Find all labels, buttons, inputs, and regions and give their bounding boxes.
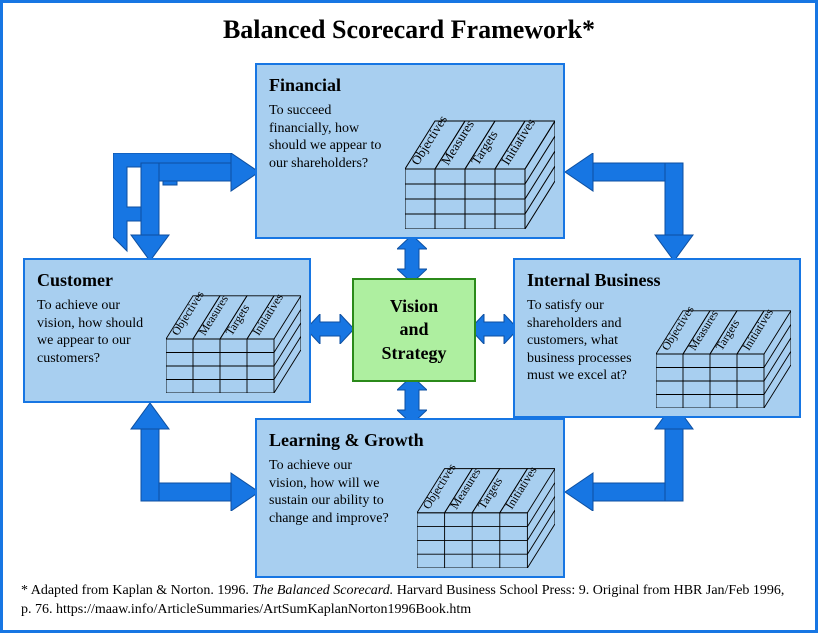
scorecard-table-icon: Objectives Measures Targets Initiatives	[656, 302, 791, 408]
svg-text:Targets: Targets	[713, 317, 742, 353]
center-line1: Vision	[390, 296, 438, 316]
diagram-frame: Balanced Scorecard Framework*	[0, 0, 818, 633]
arrow-center-down-icon	[397, 376, 427, 424]
scorecard-table-icon: Objectives Measures Targets Initiatives	[405, 111, 555, 229]
arrow-center-right-icon	[470, 314, 518, 344]
arrow-corner-tl-icon	[121, 153, 261, 263]
svg-text:Initiatives: Initiatives	[502, 463, 539, 511]
svg-text:Targets: Targets	[223, 302, 252, 338]
perspective-internal: Internal Business To satisfy our shareho…	[513, 258, 801, 418]
center-line3: Strategy	[382, 343, 447, 363]
footnote-prefix: * Adapted from Kaplan & Norton. 1996.	[21, 583, 252, 598]
perspective-financial: Financial To succeed financially, how sh…	[255, 63, 565, 239]
financial-title: Financial	[269, 75, 551, 96]
diagram-title: Balanced Scorecard Framework*	[3, 15, 815, 45]
scorecard-table-icon: Objectives Measures Targets Initiatives	[166, 287, 301, 393]
footnote: * Adapted from Kaplan & Norton. 1996. Th…	[21, 582, 797, 620]
arrow-center-left-icon	[306, 314, 354, 344]
scorecard-table-icon: Objectives Measures Targets Initiatives	[417, 459, 555, 568]
financial-question: To succeed financially, how should we ap…	[269, 102, 389, 172]
col-initiatives: Initiatives	[498, 116, 538, 168]
tbl: Objectives Measures Targets Initiatives	[405, 112, 555, 229]
arrow-center-up-icon	[397, 235, 427, 283]
learning-title: Learning & Growth	[269, 430, 551, 451]
arrow-corner-bl-icon	[121, 401, 261, 511]
perspective-learning: Learning & Growth To achieve our vision,…	[255, 418, 565, 578]
col-targets: Targets	[468, 128, 501, 168]
customer-question: To achieve our vision, how should we app…	[37, 297, 157, 367]
center-line2: and	[399, 319, 428, 339]
svg-text:Targets: Targets	[475, 474, 505, 511]
internal-title: Internal Business	[527, 270, 787, 291]
svg-text:Initiatives: Initiatives	[250, 291, 286, 338]
svg-text:Initiatives: Initiatives	[740, 306, 776, 353]
arrow-corner-tr-icon	[563, 153, 703, 263]
center-vision-strategy: Vision and Strategy	[352, 278, 476, 382]
learning-question: To achieve our vision, how will we susta…	[269, 457, 389, 527]
internal-question: To satisfy our shareholders and customer…	[527, 297, 662, 385]
perspective-customer: Customer To achieve our vision, how shou…	[23, 258, 311, 403]
footnote-italic: The Balanced Scorecard.	[252, 583, 393, 598]
